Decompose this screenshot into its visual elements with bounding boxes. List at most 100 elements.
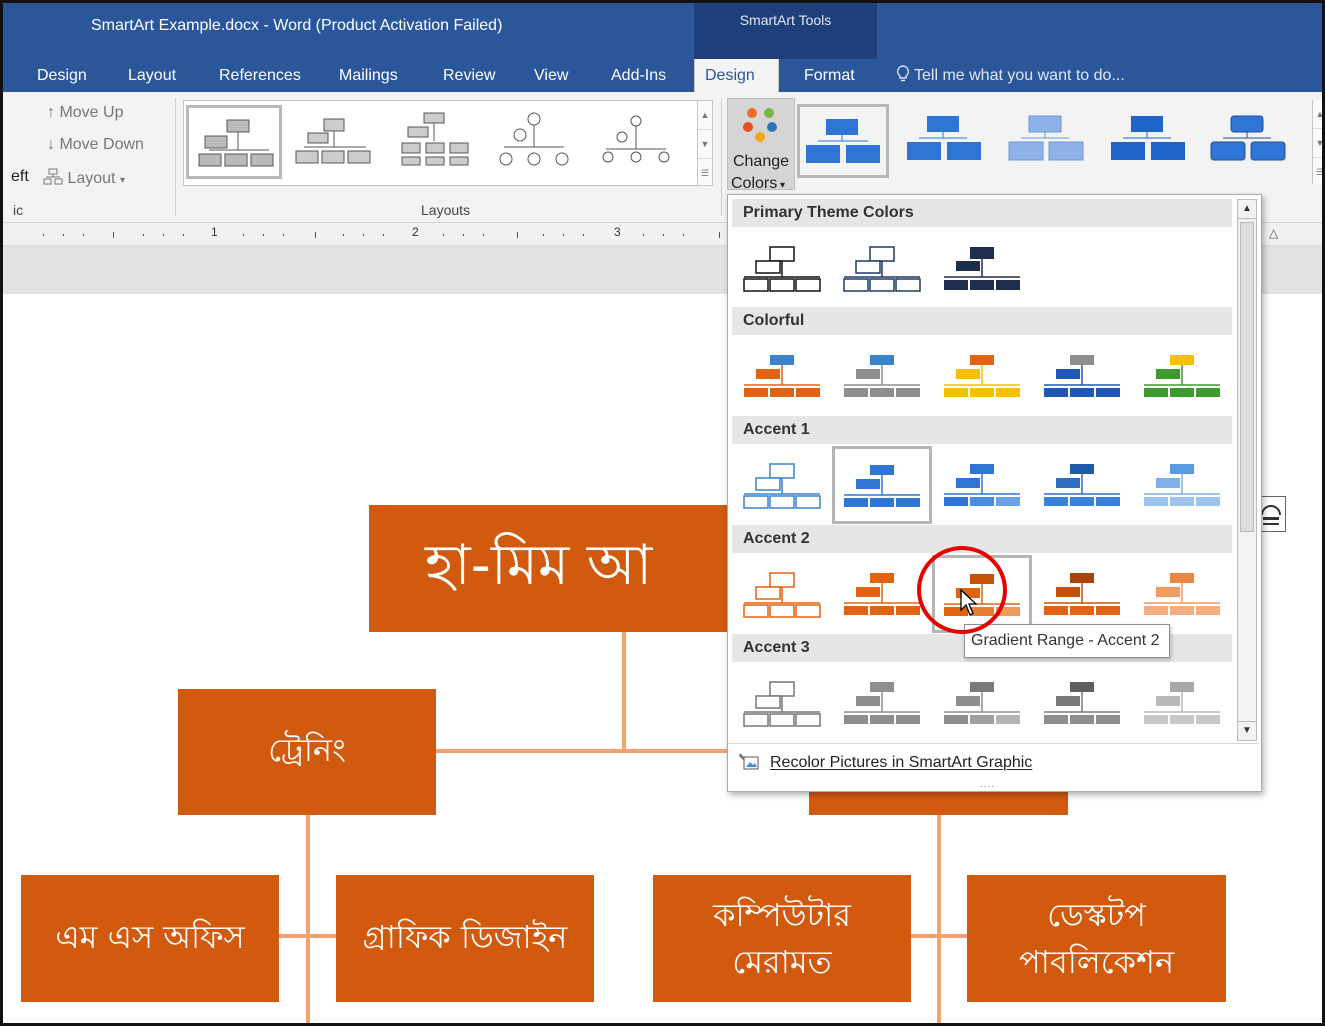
scroll-up-icon[interactable]: ▲ xyxy=(1238,200,1256,219)
styles-gallery-scroll[interactable]: ▲ ▼ ☰ xyxy=(1312,100,1322,186)
color-option-colorful-5[interactable] xyxy=(1136,343,1228,415)
smartart-root-node[interactable]: হা-মিম আ xyxy=(369,505,769,632)
color-preview xyxy=(743,572,821,618)
tab-design[interactable]: Design xyxy=(27,59,97,92)
color-option-colorful-2[interactable] xyxy=(836,343,928,415)
style-preview-5 xyxy=(1210,115,1286,161)
colors-label: Colors xyxy=(731,175,778,192)
scroll-down-icon[interactable]: ▼ xyxy=(698,130,712,159)
color-preview xyxy=(844,682,920,724)
color-option-accent2-5[interactable] xyxy=(1136,561,1228,633)
indent-marker-icon[interactable]: △ xyxy=(1269,226,1278,240)
color-preview xyxy=(744,355,820,397)
color-preview xyxy=(1044,682,1120,724)
color-option-accent2-4[interactable] xyxy=(1036,561,1128,633)
style-thumb-5[interactable] xyxy=(1203,104,1295,178)
color-option-accent1-5[interactable] xyxy=(1136,452,1228,524)
scrollbar-thumb[interactable] xyxy=(1240,222,1254,532)
scroll-up-icon[interactable]: ▲ xyxy=(698,101,712,130)
color-option-accent3-3[interactable] xyxy=(936,670,1028,742)
style-thumb-3[interactable] xyxy=(1001,104,1093,178)
recolor-pictures-label: Recolor Pictures in SmartArt Graphic xyxy=(770,754,1033,771)
expand-gallery-icon[interactable]: ☰ xyxy=(1313,158,1322,186)
color-option-accent1-4[interactable] xyxy=(1036,452,1128,524)
chevron-down-icon: ▾ xyxy=(777,180,786,191)
connector-line xyxy=(911,934,971,938)
color-preview xyxy=(1144,464,1220,506)
layout-thumb-1[interactable] xyxy=(186,105,282,179)
resize-grip-icon[interactable]: .... xyxy=(980,779,995,790)
lightbulb-icon xyxy=(896,65,910,82)
color-option-primary-1[interactable] xyxy=(736,235,828,307)
style-thumb-4[interactable] xyxy=(1103,104,1195,178)
section-primary-theme-colors: Primary Theme Colors xyxy=(732,199,1232,227)
scroll-up-icon[interactable]: ▲ xyxy=(1313,100,1322,129)
color-option-primary-3[interactable] xyxy=(936,235,1028,307)
recolor-pictures-menu-item[interactable]: Recolor Pictures in SmartArt Graphic xyxy=(738,751,1032,772)
layout-button[interactable]: Layout ▾ xyxy=(43,168,125,188)
org-layout-icon xyxy=(43,168,63,185)
move-up-button[interactable]: ↑ Move Up xyxy=(47,104,123,122)
color-option-accent3-1[interactable] xyxy=(736,670,828,742)
color-preview xyxy=(1044,464,1120,506)
color-preview xyxy=(1044,573,1120,615)
expand-gallery-icon[interactable]: ☰ xyxy=(698,159,712,187)
style-thumb-2[interactable] xyxy=(899,104,991,178)
style-thumb-1[interactable] xyxy=(797,104,889,178)
ruler-number-1: 1 xyxy=(211,225,218,239)
color-option-accent1-1[interactable] xyxy=(736,452,828,524)
smartart-node-ms-office[interactable]: এম এস অফিস xyxy=(21,875,279,1002)
color-option-colorful-3[interactable] xyxy=(936,343,1028,415)
layout-thumb-2[interactable] xyxy=(288,105,384,179)
change-colors-button[interactable]: Change Colors ▾ xyxy=(727,98,795,192)
color-option-accent2-2[interactable] xyxy=(836,561,928,633)
smartart-node-graphic-design[interactable]: গ্রাফিক ডিজাইন xyxy=(336,875,594,1002)
section-colorful: Colorful xyxy=(732,307,1232,335)
color-option-colorful-1[interactable] xyxy=(736,343,828,415)
tell-me-box[interactable]: Tell me what you want to do... xyxy=(896,59,1125,92)
layout-thumb-5[interactable] xyxy=(588,105,684,179)
color-option-accent3-5[interactable] xyxy=(1136,670,1228,742)
layouts-gallery-scroll[interactable]: ▲ ▼ ☰ xyxy=(697,101,712,185)
smartart-node-training[interactable]: ট্রেনিং xyxy=(178,689,436,815)
computer-repair-line1: কম্পিউটার xyxy=(713,896,851,935)
layout-preview-2 xyxy=(295,118,371,164)
move-down-button[interactable]: ↓ Move Down xyxy=(47,136,144,154)
layout-options-glyph xyxy=(1261,505,1281,525)
connector-line xyxy=(279,934,339,938)
tab-view[interactable]: View xyxy=(524,59,578,92)
dropdown-scrollbar[interactable]: ▲ ▼ xyxy=(1237,199,1257,741)
connector-line xyxy=(306,814,310,1023)
color-option-colorful-4[interactable] xyxy=(1036,343,1128,415)
tab-format[interactable]: Format xyxy=(794,59,865,92)
tab-review[interactable]: Review xyxy=(433,59,505,92)
word-window: SmartArt Example.docx - Word (Product Ac… xyxy=(0,0,1325,1026)
color-preview xyxy=(743,463,821,509)
scroll-down-icon[interactable]: ▼ xyxy=(1313,129,1322,158)
smartart-node-desktop-publishing[interactable]: ডেস্কটপ পাবলিকেশন xyxy=(967,875,1226,1002)
color-option-accent1-3[interactable] xyxy=(936,452,1028,524)
color-option-accent3-4[interactable] xyxy=(1036,670,1128,742)
group-divider xyxy=(721,98,722,216)
smartart-node-computer-repair[interactable]: কম্পিউটার মেরামত xyxy=(653,875,911,1002)
layout-thumb-4[interactable] xyxy=(486,105,582,179)
chevron-down-icon: ▾ xyxy=(119,175,125,186)
color-option-accent3-2[interactable] xyxy=(836,670,928,742)
color-preview xyxy=(844,465,920,507)
scroll-down-icon[interactable]: ▼ xyxy=(1238,721,1256,740)
mouse-cursor-icon xyxy=(960,589,978,616)
menu-divider xyxy=(728,743,1259,744)
color-option-primary-2[interactable] xyxy=(836,235,928,307)
color-preview xyxy=(944,464,1020,506)
tab-smartart-design[interactable]: Design xyxy=(694,59,779,92)
tab-layout[interactable]: Layout xyxy=(118,59,186,92)
computer-repair-line2: মেরামত xyxy=(732,942,832,981)
color-option-accent1-2-selected[interactable] xyxy=(832,446,932,524)
layout-thumb-3[interactable] xyxy=(388,105,484,179)
title-bar: SmartArt Example.docx - Word (Product Ac… xyxy=(3,3,1322,59)
tab-add-ins[interactable]: Add-Ins xyxy=(601,59,676,92)
tab-mailings[interactable]: Mailings xyxy=(329,59,408,92)
color-option-accent2-1[interactable] xyxy=(736,561,828,633)
tab-references[interactable]: References xyxy=(209,59,311,92)
layout-preview-3 xyxy=(401,112,469,166)
